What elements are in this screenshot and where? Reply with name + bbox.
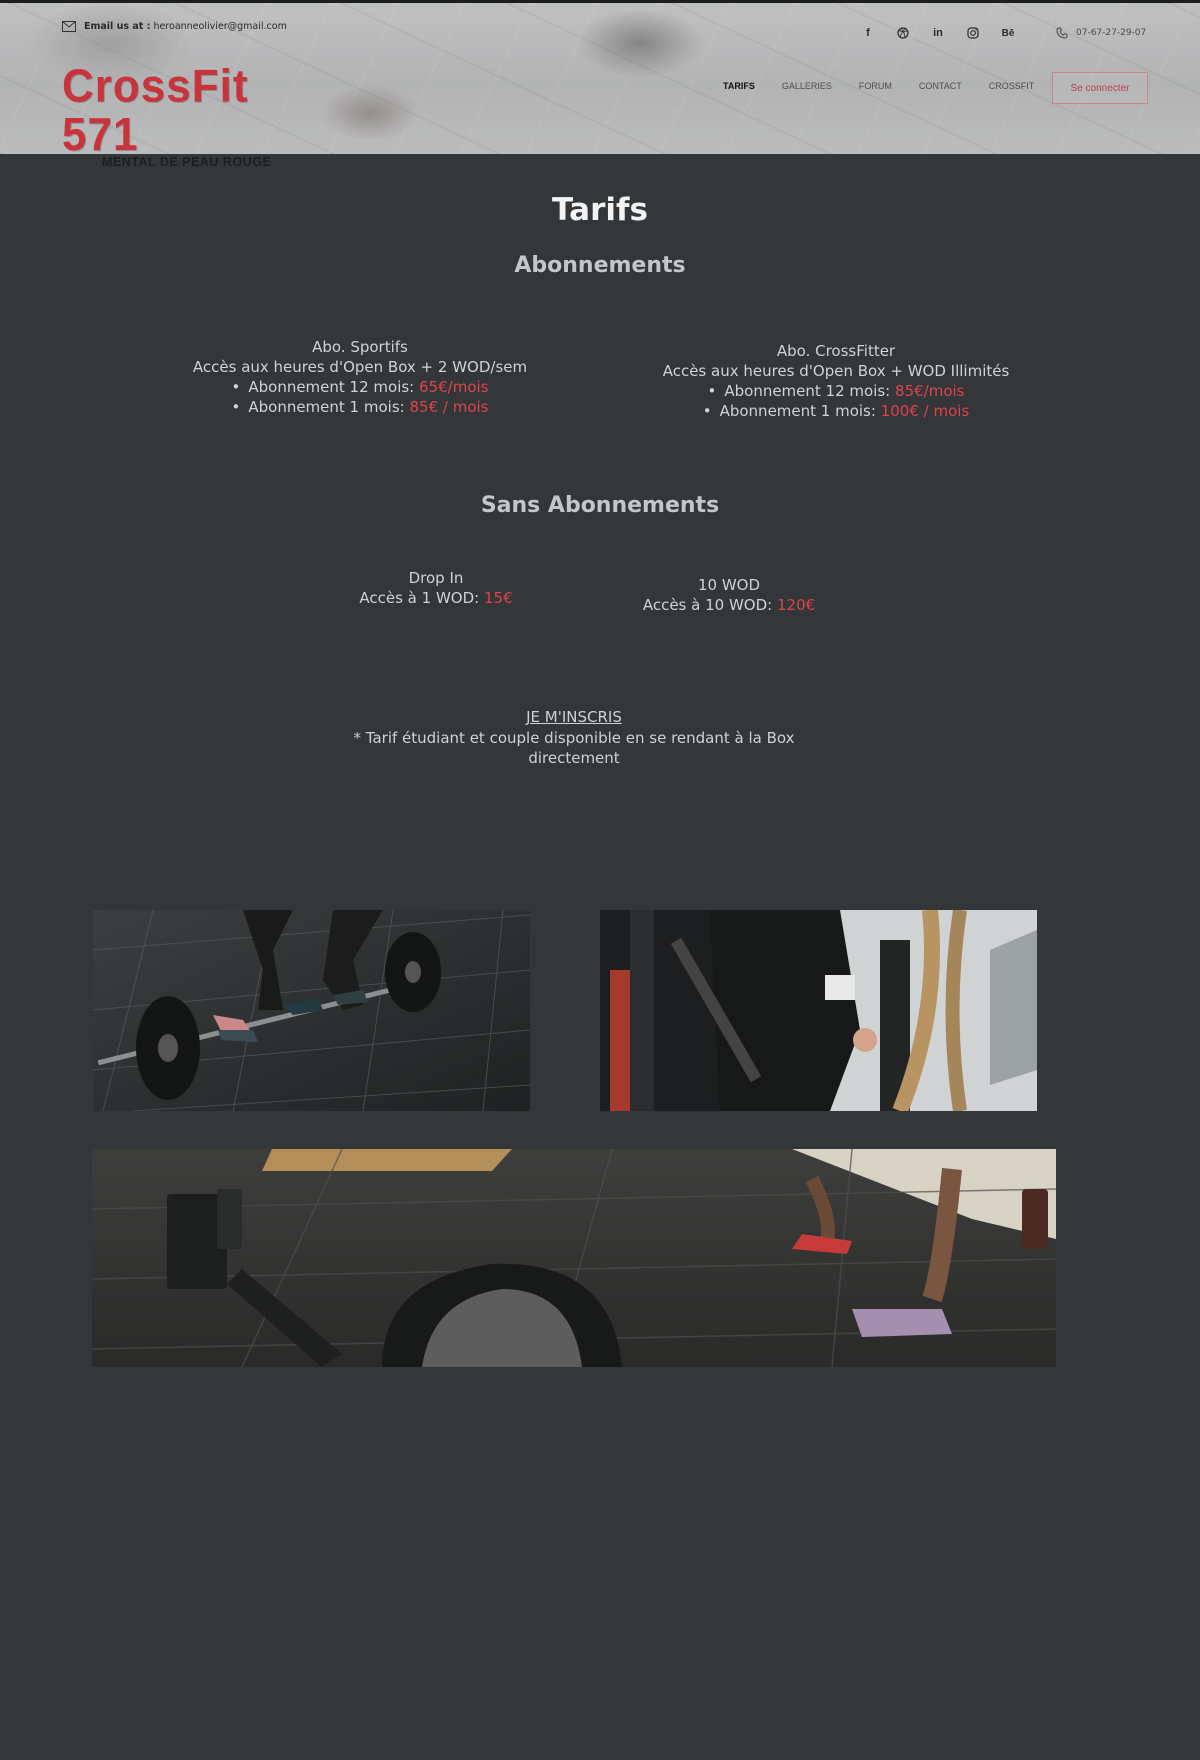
phone-contact: 07-67-27-29-07 [1056,27,1146,39]
nav-crossfit[interactable]: CROSSFIT [989,81,1035,91]
linkedin-icon[interactable]: in [930,25,946,41]
plan-option: Abonnement 1 mois: 85€ / mois [160,397,560,417]
signup-link[interactable]: JE M'INSCRIS [0,708,1148,726]
price: 65€/mois [419,378,489,396]
nav-galleries[interactable]: GALLERIES [782,81,832,91]
site-header: Email us at : heroanneolivier@gmail.com … [0,0,1200,169]
gallery-photo-deadlift [93,910,530,1111]
main-nav: TARIFS GALLERIES FORUM CONTACT CROSSFIT [723,81,1061,91]
plan-option: Accès à 1 WOD: 15€ [359,589,513,607]
price: 100€ / mois [880,402,970,420]
plan-option: Abonnement 12 mois: 85€/mois [636,381,1036,401]
email-contact: Email us at : heroanneolivier@gmail.com [62,21,287,32]
plan-card-10-wod: 10 WOD Accès à 10 WOD: 120€ [629,575,829,615]
email-label: Email us at : [84,21,151,32]
gallery-photo-rack [600,910,1037,1111]
section-heading-abonnements: Abonnements [514,253,686,278]
plan-card-sportifs: Abo. Sportifs Accès aux heures d'Open Bo… [160,337,560,417]
phone-icon [1056,27,1068,39]
plan-name: Drop In [408,569,464,587]
price: 85€ / mois [409,398,489,416]
plan-card-drop-in: Drop In Accès à 1 WOD: 15€ [336,568,536,608]
nav-contact[interactable]: CONTACT [919,81,962,91]
page-title: Tarifs [552,192,648,228]
dribbble-icon[interactable] [895,25,911,41]
phone-number[interactable]: 07-67-27-29-07 [1076,28,1146,38]
nav-forum[interactable]: FORUM [859,81,892,91]
plan-name: Abo. CrossFitter [776,342,896,360]
behance-icon[interactable]: Bē [1000,25,1016,41]
gallery-photo-rower [92,1149,1056,1367]
site-logo[interactable]: CrossFit 571 MENTAL DE PEAU ROUGE [62,60,292,169]
nav-tarifs[interactable]: TARIFS [723,81,755,91]
email-address[interactable]: heroanneolivier@gmail.com [153,21,286,32]
price: 85€/mois [895,382,965,400]
plan-name: 10 WOD [697,576,761,594]
envelope-icon [62,21,76,32]
plan-description: Accès aux heures d'Open Box + WOD Illimi… [662,362,1010,380]
login-button[interactable]: Se connecter [1052,72,1148,104]
plan-option: Abonnement 12 mois: 65€/mois [160,377,560,397]
plan-option: Abonnement 1 mois: 100€ / mois [636,401,1036,421]
price: 120€ [776,596,816,614]
social-links: f in Bē [860,25,1016,41]
facebook-icon[interactable]: f [860,25,876,41]
plan-name: Abo. Sportifs [312,338,408,356]
student-pricing-note: * Tarif étudiant et couple disponible en… [353,729,795,767]
price: 15€ [483,589,513,607]
plan-card-crossfitter: Abo. CrossFitter Accès aux heures d'Open… [636,341,1036,421]
logo-main-text: CrossFit 571 [62,60,249,161]
section-heading-sans-abonnements: Sans Abonnements [480,493,720,518]
instagram-icon[interactable] [965,25,981,41]
plan-option: Accès à 10 WOD: 120€ [642,596,816,614]
plan-description: Accès aux heures d'Open Box + 2 WOD/sem [192,358,528,376]
